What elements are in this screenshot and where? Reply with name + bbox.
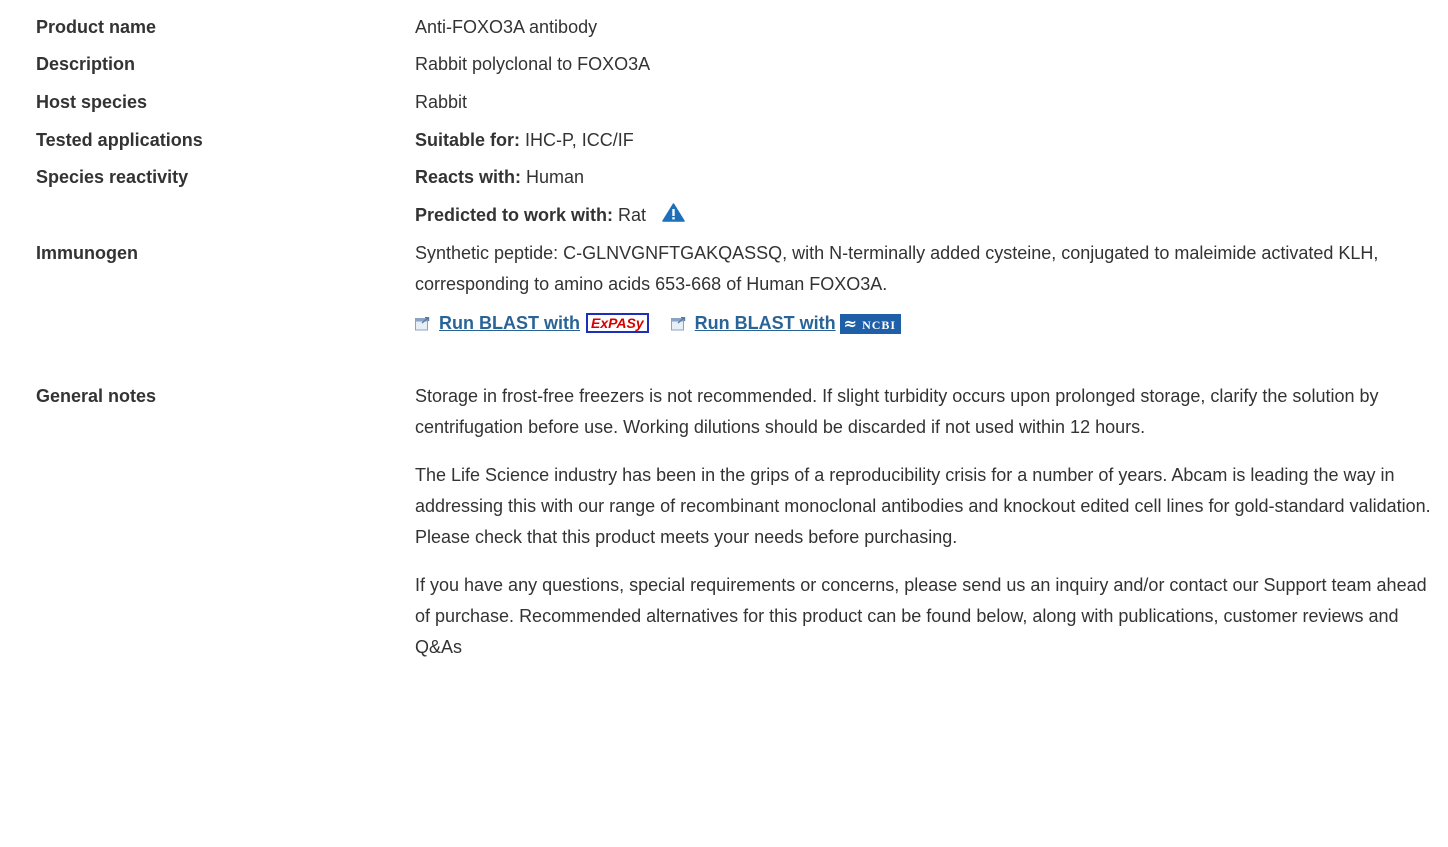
run-blast-ncbi-link[interactable]: Run BLAST with ≈ NCBI — [694, 313, 902, 334]
host-species-value: Rabbit — [415, 92, 468, 112]
immunogen-label: Immunogen — [36, 243, 138, 263]
tested-applications-label: Tested applications — [36, 130, 203, 150]
product-name-value: Anti-FOXO3A antibody — [415, 17, 598, 37]
external-link-icon — [415, 311, 430, 339]
ncbi-helix-icon: ≈ — [843, 314, 859, 333]
description-label: Description — [36, 54, 136, 74]
blast-ncbi-group: Run BLAST with ≈ NCBI — [670, 309, 902, 339]
reacts-with-text: Human — [521, 167, 585, 187]
tested-applications-value: Suitable for: IHC-P, ICC/IF — [415, 125, 1445, 155]
immunogen-value: Synthetic peptide: C-GLNVGNFTGAKQASSQ, w… — [415, 238, 1445, 339]
immunogen-text: Synthetic peptide: C-GLNVGNFTGAKQASSQ, w… — [415, 243, 1379, 294]
general-notes-label: General notes — [36, 386, 157, 406]
external-link-icon — [670, 311, 686, 339]
blast-expasy-group: Run BLAST with ExPASy — [415, 309, 649, 339]
predicted-prefix: Predicted to work with: — [415, 205, 614, 225]
general-notes-paragraph: If you have any questions, special requi… — [415, 575, 1427, 657]
suitable-for-text: IHC-P, ICC/IF — [520, 130, 634, 150]
product-name-label: Product name — [36, 17, 157, 37]
reacts-with-line: Reacts with: Human — [415, 162, 1445, 192]
blast-links: Run BLAST with ExPASy Run BLAST with ≈ NCBI — [415, 309, 1445, 339]
general-notes-paragraph: The Life Science industry has been in th… — [415, 465, 1431, 547]
reacts-with-prefix: Reacts with: — [415, 167, 522, 187]
run-blast-ncbi-label: Run BLAST with — [694, 313, 836, 333]
host-species-label: Host species — [36, 92, 148, 112]
run-blast-expasy-label: Run BLAST with — [439, 313, 580, 333]
suitable-for-prefix: Suitable for: — [415, 130, 521, 150]
predicted-line: Predicted to work with: Rat — [415, 200, 1445, 231]
predicted-text: Rat — [613, 205, 647, 225]
species-reactivity-value: Reacts with: Human Predicted to work wit… — [415, 162, 1445, 231]
general-notes-paragraph: Storage in frost-free freezers is not re… — [415, 386, 1379, 437]
species-reactivity-label: Species reactivity — [36, 167, 189, 187]
general-notes-value: Storage in frost-free freezers is not re… — [415, 381, 1445, 663]
ncbi-logo-text: NCBI — [862, 318, 897, 332]
description-value: Rabbit polyclonal to FOXO3A — [415, 54, 651, 74]
expasy-logo: ExPASy — [585, 313, 649, 333]
ncbi-logo: ≈ NCBI — [839, 314, 902, 334]
run-blast-expasy-link[interactable]: Run BLAST with ExPASy — [439, 313, 649, 333]
warning-triangle-icon[interactable] — [662, 201, 685, 231]
